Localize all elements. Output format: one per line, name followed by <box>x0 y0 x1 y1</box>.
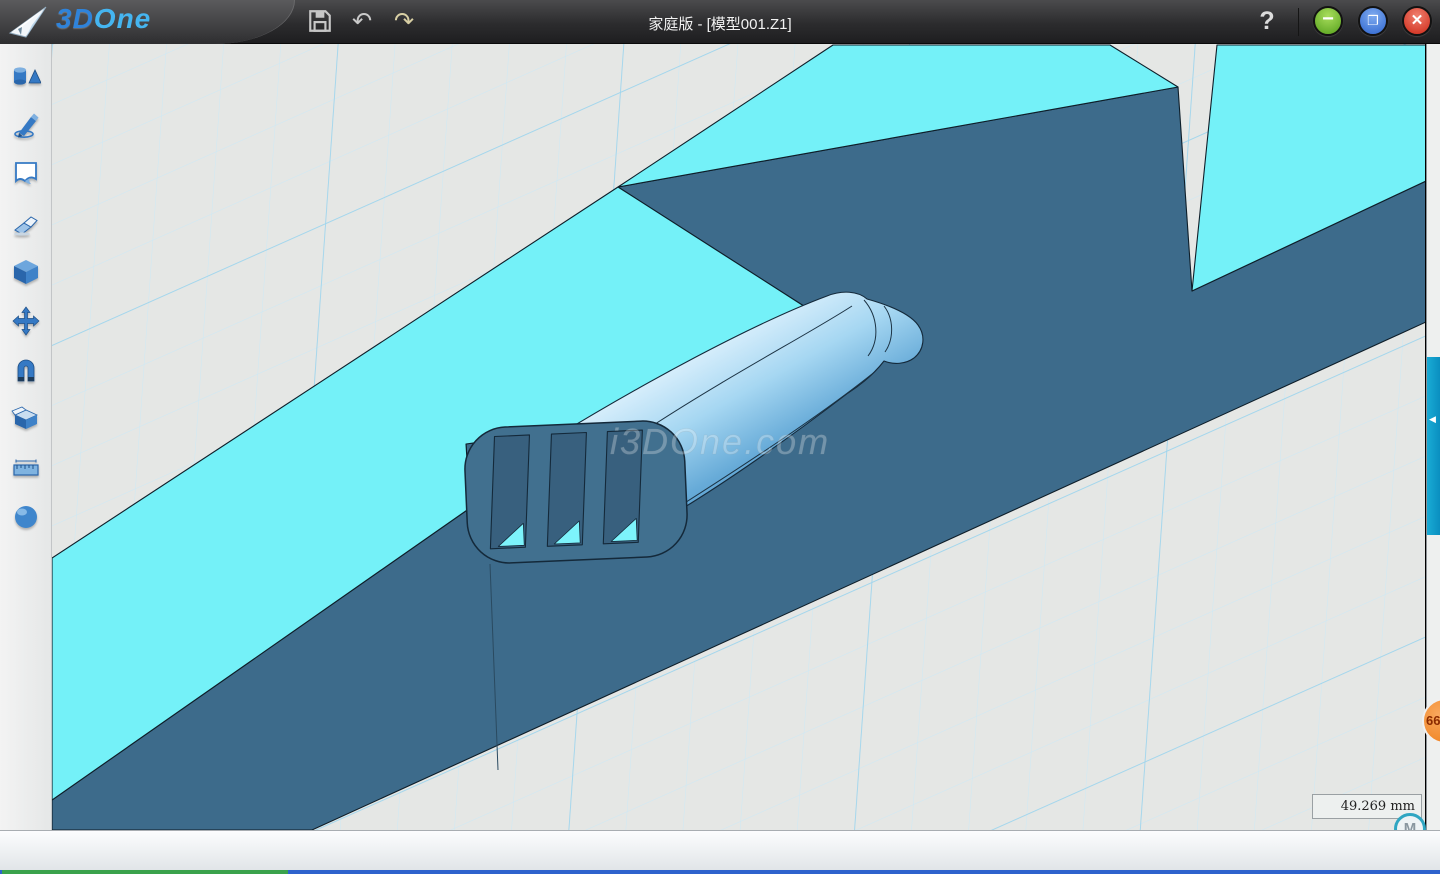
title-bar: 3DOne ↶ ↷ 家庭版 - [模型001.Z1] ? − ❐ ✕ <box>0 0 1440 44</box>
bottom-bar <box>0 830 1440 870</box>
community-badge-count: 66 <box>1426 713 1440 728</box>
dimension-ruler-icon <box>11 453 41 483</box>
restore-icon: ❐ <box>1367 13 1379 28</box>
sidebar-tool-magnet[interactable] <box>11 355 41 385</box>
sidebar-tool-eraser[interactable] <box>11 208 41 238</box>
brand-one: One <box>94 3 151 34</box>
taskbar-green-segment <box>2 870 288 874</box>
sidebar-tool-dimension[interactable] <box>11 453 41 483</box>
redo-button[interactable]: ↷ <box>389 8 419 38</box>
sidebar-tool-feature[interactable] <box>11 257 41 287</box>
window-title: 家庭版 - [模型001.Z1] <box>500 13 940 34</box>
paper-plane-logo-icon <box>8 5 48 39</box>
sidebar-tool-primitives[interactable] <box>11 62 41 92</box>
magnet-constraint-icon <box>11 355 41 385</box>
save-button[interactable] <box>305 8 335 38</box>
panel-expand-tab[interactable]: ◀ <box>1427 357 1440 535</box>
left-toolbar <box>0 44 52 830</box>
undo-button[interactable]: ↶ <box>347 8 377 38</box>
close-icon: ✕ <box>1411 12 1424 29</box>
brand-3d: 3D <box>56 3 94 34</box>
help-button[interactable]: ? <box>1252 7 1282 37</box>
sidebar-tool-sketch[interactable] <box>11 110 41 140</box>
primitive-solids-icon <box>11 62 41 92</box>
titlebar-divider <box>1298 8 1299 36</box>
sidebar-tool-move[interactable] <box>11 306 41 336</box>
minimize-button[interactable]: − <box>1313 6 1343 36</box>
sidebar-tool-surface[interactable] <box>11 158 41 188</box>
redo-icon: ↷ <box>394 8 414 35</box>
panel-expand-arrow-icon: ◀ <box>1429 414 1436 425</box>
sidebar-tool-assembly[interactable] <box>11 404 41 434</box>
material-sphere-icon <box>11 502 41 532</box>
app-brand: 3DOne <box>56 3 151 35</box>
sketch-pencil-icon <box>11 110 41 140</box>
minimize-icon: − <box>1322 8 1334 30</box>
watermark: i3DOne.com <box>610 421 830 462</box>
sweep-eraser-icon <box>11 208 41 238</box>
close-button[interactable]: ✕ <box>1402 6 1432 36</box>
viewport-3d-canvas[interactable]: i3DOne.com <box>52 44 1425 830</box>
save-floppy-icon <box>307 8 333 34</box>
feature-cube-icon <box>11 257 41 287</box>
move-arrows-icon <box>11 306 41 336</box>
restore-button[interactable]: ❐ <box>1358 6 1388 36</box>
undo-icon: ↶ <box>352 8 372 35</box>
surface-sheet-icon <box>11 158 41 188</box>
assembly-box-icon <box>11 404 41 434</box>
sidebar-tool-material[interactable] <box>11 502 41 532</box>
